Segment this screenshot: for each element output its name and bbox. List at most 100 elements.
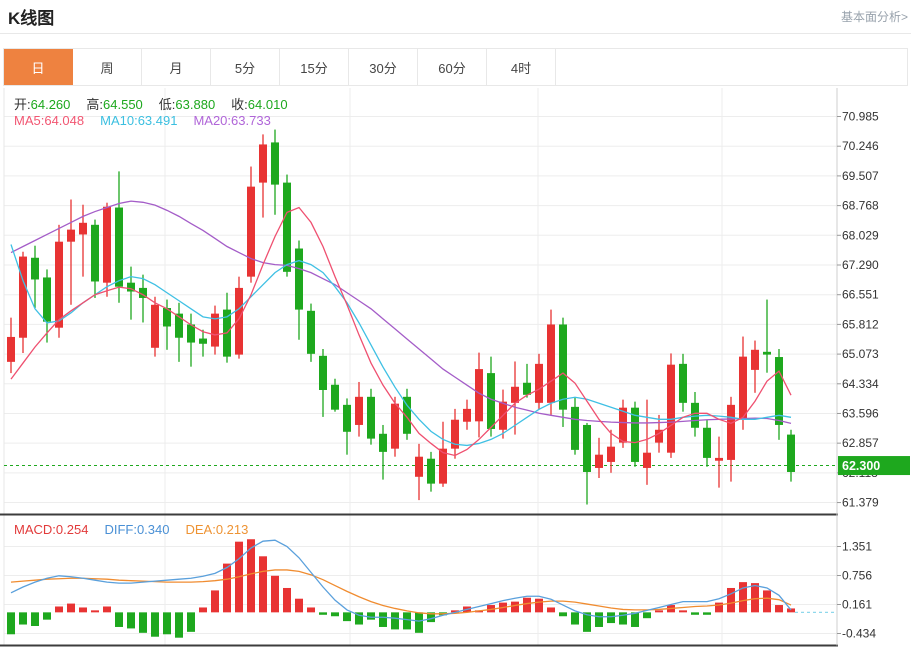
candle[interactable] [739,337,747,430]
candle[interactable] [439,422,447,487]
candle[interactable] [7,318,15,373]
candle[interactable] [355,382,363,437]
candle[interactable] [763,300,771,373]
macd-bar [691,612,699,614]
axis-tick-label: 68.768 [842,199,879,213]
candle[interactable] [535,354,543,410]
candle[interactable] [175,303,183,362]
macd-bar [595,612,603,627]
candle[interactable] [379,425,387,480]
candle[interactable] [271,130,279,215]
candle[interactable] [259,134,267,217]
candle[interactable] [187,314,195,367]
candle[interactable] [211,306,219,355]
candle[interactable] [547,310,555,415]
kline-app: K线图 基本面分析> 日周月5分15分30分60分4时 开:64.260高:64… [0,0,911,647]
ohlc-value: 64.260 [31,97,71,112]
candle[interactable] [571,398,579,455]
axis-tick-label: 68.029 [842,228,879,242]
candle[interactable] [595,438,603,478]
macd-bar [775,605,783,612]
macd-bar [655,610,663,612]
ma-readout: MA5:64.048 MA10:63.491 MA20:63.733 [14,113,287,128]
ma-label: MA5: [14,113,44,128]
candle[interactable] [523,364,531,398]
axis-tick-label: 66.551 [842,288,879,302]
macd-item: DIFF:0.340 [104,522,169,537]
macd-bar [103,606,111,612]
macd-bar [739,582,747,612]
candle[interactable] [103,203,111,297]
macd-bar [535,599,543,613]
candle[interactable] [775,349,783,440]
axis-tick-label: 1.351 [842,540,872,554]
candle[interactable] [127,267,135,320]
macd-bar [283,588,291,612]
candle[interactable] [607,430,615,473]
candle[interactable] [679,354,687,412]
macd-bar [547,607,555,612]
candle[interactable] [619,400,627,448]
ma-item: MA10:63.491 [100,113,177,128]
candle[interactable] [283,175,291,277]
candle[interactable] [631,402,639,467]
ohlc-item: 收:64.010 [231,97,287,112]
current-price-badge: 62.300 [838,456,910,475]
ohlc-value: 64.010 [248,97,288,112]
axis-tick-label: 63.596 [842,406,879,420]
macd-bar [7,612,15,634]
macd-bar [139,612,147,632]
candle[interactable] [427,452,435,492]
candle[interactable] [307,304,315,362]
axis-tick-label: 64.334 [842,377,879,391]
macd-item: MACD:0.254 [14,522,88,537]
candle[interactable] [43,269,51,342]
candle[interactable] [115,171,123,302]
candle[interactable] [151,297,159,357]
candle[interactable] [463,400,471,430]
candle[interactable] [139,275,147,323]
macd-bar [727,588,735,612]
candle[interactable] [787,430,795,482]
axis-tick-label: 65.073 [842,347,879,361]
ma-label: MA10: [100,113,138,128]
axis-tick-label: 62.857 [842,436,879,450]
candle[interactable] [451,409,459,459]
macd-bar [31,612,39,626]
macd-bar [367,612,375,619]
candle[interactable] [667,353,675,457]
macd-value: 0.340 [137,522,170,537]
macd-label: DIFF: [104,522,137,537]
candle[interactable] [751,341,759,393]
macd-bar [679,610,687,612]
ma-value: 63.491 [138,113,178,128]
macd-readout: MACD:0.254DIFF:0.340DEA:0.213 [14,522,264,537]
candle[interactable] [199,330,207,357]
macd-label: DEA: [185,522,215,537]
macd-bar [223,564,231,613]
ohlc-item: 开:64.260 [14,97,70,112]
ma-item: MA20:63.733 [193,113,270,128]
candle[interactable] [31,246,39,308]
macd-bar [91,610,99,612]
candle[interactable] [727,397,735,482]
candle[interactable] [67,199,75,304]
candle[interactable] [319,349,327,417]
ohlc-value: 64.550 [103,97,143,112]
candle[interactable] [223,293,231,363]
axis-tick-label: 70.246 [842,139,879,153]
ohlc-label: 开: [14,97,31,112]
candle[interactable] [703,420,711,467]
candle[interactable] [367,389,375,445]
candle[interactable] [583,423,591,505]
candle[interactable] [91,220,99,298]
macd-histogram [7,539,795,637]
macd-bar [67,604,75,613]
ohlc-item: 高:64.550 [86,97,142,112]
candle[interactable] [643,400,651,485]
ma-item: MA5:64.048 [14,113,84,128]
candle[interactable] [415,444,423,500]
candle[interactable] [559,318,567,427]
candle[interactable] [247,167,255,283]
candle[interactable] [19,252,27,353]
